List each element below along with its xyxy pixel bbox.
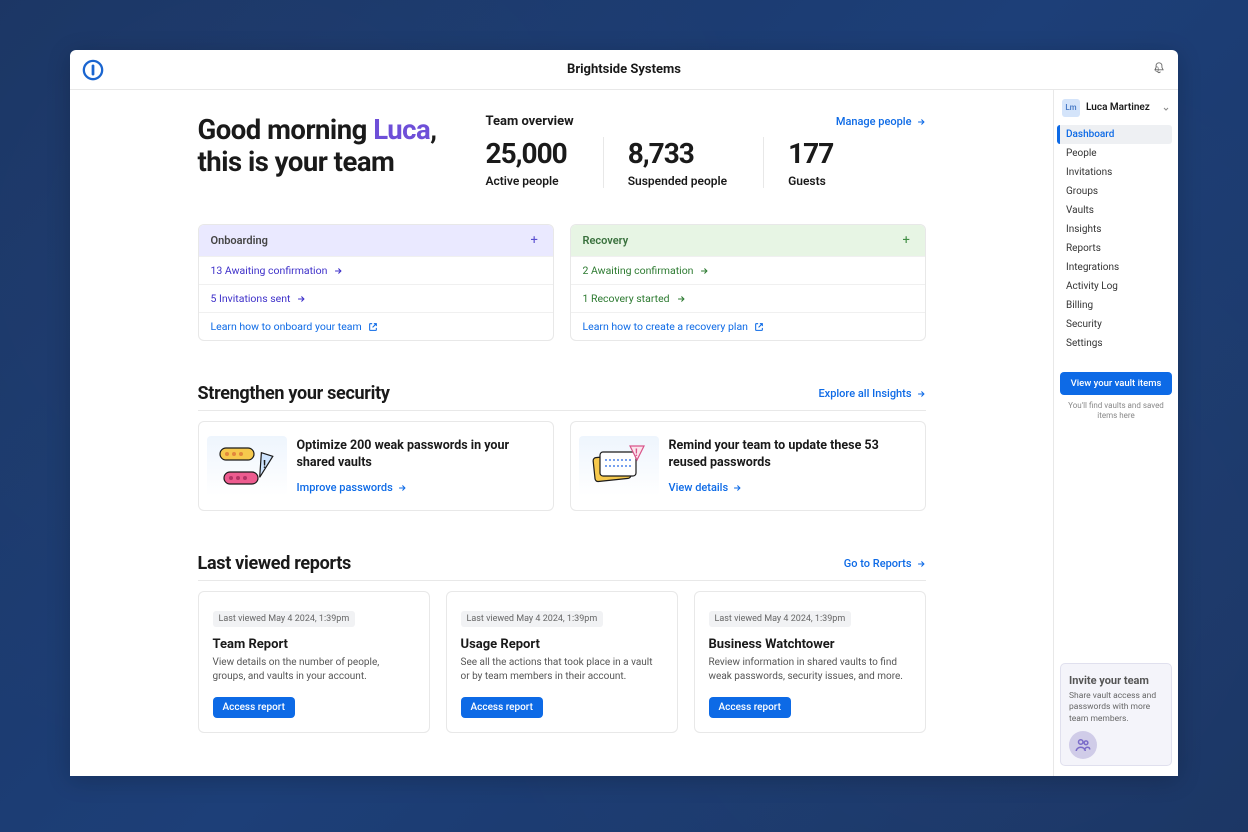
recovery-learn-link[interactable]: Learn how to create a recovery plan xyxy=(571,312,925,340)
sidebar-nav: Dashboard People Invitations Groups Vaul… xyxy=(1054,125,1178,353)
right-sidebar: Lm Luca Martinez Dashboard People Invita… xyxy=(1053,90,1178,776)
report-card-watchtower: Last viewed May 4 2024, 1:39pm Business … xyxy=(694,591,926,733)
recovery-started-link[interactable]: 1 Recovery started xyxy=(571,284,925,312)
arrow-right-icon xyxy=(397,483,407,493)
report-last-viewed: Last viewed May 4 2024, 1:39pm xyxy=(461,611,604,627)
nav-security[interactable]: Security xyxy=(1060,315,1172,334)
greeting-name: Luca xyxy=(373,113,430,146)
improve-passwords-link[interactable]: Improve passwords xyxy=(297,481,537,494)
team-overview: Team overview Manage people 25,000 Activ… xyxy=(486,114,926,188)
nav-activity-log[interactable]: Activity Log xyxy=(1060,277,1172,296)
report-last-viewed: Last viewed May 4 2024, 1:39pm xyxy=(709,611,852,627)
security-title: Strengthen your security xyxy=(198,383,390,404)
app-logo[interactable] xyxy=(82,59,104,81)
onboarding-invites-link[interactable]: 5 Invitations sent xyxy=(199,284,553,312)
view-vault-items-button[interactable]: View your vault items xyxy=(1060,372,1172,395)
people-icon xyxy=(1069,731,1163,759)
report-last-viewed: Last viewed May 4 2024, 1:39pm xyxy=(213,611,356,627)
avatar: Lm xyxy=(1062,99,1080,117)
org-name: Brightside Systems xyxy=(567,62,681,77)
weak-passwords-icon: ! xyxy=(207,436,287,496)
recovery-title: Recovery xyxy=(583,234,629,247)
arrow-right-icon xyxy=(296,294,306,304)
external-link-icon xyxy=(368,322,378,332)
nav-dashboard[interactable]: Dashboard xyxy=(1057,125,1172,144)
stat-active: 25,000 Active people xyxy=(486,137,603,188)
external-link-icon xyxy=(754,322,764,332)
vault-hint: You'll find vaults and saved items here xyxy=(1060,401,1172,422)
view-reused-details-link[interactable]: View details xyxy=(669,481,909,494)
recovery-card: Recovery + 2 Awaiting confirmation 1 Rec… xyxy=(570,224,926,341)
stat-guests: 177 Guests xyxy=(763,137,869,188)
invite-team-card[interactable]: Invite your team Share vault access and … xyxy=(1060,663,1172,766)
manage-people-link[interactable]: Manage people xyxy=(836,115,926,128)
arrow-right-icon xyxy=(916,389,926,399)
onboarding-title: Onboarding xyxy=(211,234,268,247)
nav-people[interactable]: People xyxy=(1060,144,1172,163)
onboarding-awaiting-link[interactable]: 13 Awaiting confirmation xyxy=(199,256,553,284)
greeting: Good morning Luca, this is your team xyxy=(198,114,438,188)
greeting-prefix: Good morning xyxy=(198,113,374,146)
access-report-button[interactable]: Access report xyxy=(461,697,543,718)
nav-integrations[interactable]: Integrations xyxy=(1060,258,1172,277)
chevron-down-icon xyxy=(1162,98,1170,117)
explore-insights-link[interactable]: Explore all Insights xyxy=(818,387,925,400)
user-menu[interactable]: Lm Luca Martinez xyxy=(1054,96,1178,125)
svg-text:!: ! xyxy=(263,458,266,471)
svg-text:!: ! xyxy=(635,448,638,459)
arrow-right-icon xyxy=(676,294,686,304)
report-card-usage: Last viewed May 4 2024, 1:39pm Usage Rep… xyxy=(446,591,678,733)
notifications-button[interactable]: 0 xyxy=(1152,60,1166,79)
arrow-right-icon xyxy=(699,266,709,276)
nav-billing[interactable]: Billing xyxy=(1060,296,1172,315)
arrow-right-icon xyxy=(732,483,742,493)
go-to-reports-link[interactable]: Go to Reports xyxy=(844,557,926,570)
overview-title: Team overview xyxy=(486,114,574,129)
access-report-button[interactable]: Access report xyxy=(213,697,295,718)
onboarding-learn-link[interactable]: Learn how to onboard your team xyxy=(199,312,553,340)
nav-invitations[interactable]: Invitations xyxy=(1060,163,1172,182)
nav-reports[interactable]: Reports xyxy=(1060,239,1172,258)
app-header: Brightside Systems 0 xyxy=(70,50,1178,90)
nav-groups[interactable]: Groups xyxy=(1060,182,1172,201)
onboarding-add-button[interactable]: + xyxy=(531,233,541,248)
arrow-right-icon xyxy=(333,266,343,276)
report-card-team: Last viewed May 4 2024, 1:39pm Team Repo… xyxy=(198,591,430,733)
stat-suspended: 8,733 Suspended people xyxy=(603,137,763,188)
nav-settings[interactable]: Settings xyxy=(1060,334,1172,353)
nav-vaults[interactable]: Vaults xyxy=(1060,201,1172,220)
reports-title: Last viewed reports xyxy=(198,553,351,574)
arrow-right-icon xyxy=(916,559,926,569)
onboarding-card: Onboarding + 13 Awaiting confirmation 5 … xyxy=(198,224,554,341)
reused-passwords-card: ! Remind your team to update these 53 re… xyxy=(570,421,926,511)
access-report-button[interactable]: Access report xyxy=(709,697,791,718)
recovery-awaiting-link[interactable]: 2 Awaiting confirmation xyxy=(571,256,925,284)
weak-passwords-card: ! Optimize 200 weak passwords in your sh… xyxy=(198,421,554,511)
nav-insights[interactable]: Insights xyxy=(1060,220,1172,239)
recovery-add-button[interactable]: + xyxy=(903,233,913,248)
reused-passwords-icon: ! xyxy=(579,436,659,496)
